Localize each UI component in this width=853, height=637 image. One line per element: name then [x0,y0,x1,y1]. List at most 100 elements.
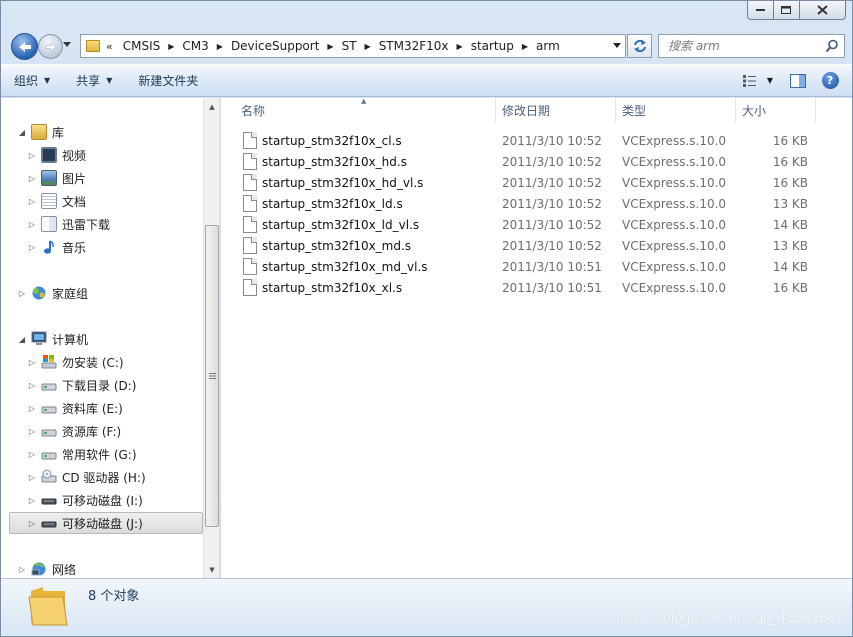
minimize-button[interactable] [747,1,774,20]
tree-music[interactable]: ▷ 音乐 [27,236,86,258]
expand-arrow-icon[interactable]: ▷ [27,197,37,206]
tree-drive-f[interactable]: ▷ 资源库 (F:) [27,420,121,442]
expand-arrow-icon[interactable]: ▷ [27,450,37,459]
file-icon [243,153,257,170]
tree-label: 家庭组 [52,286,89,301]
help-button[interactable]: ? [816,70,844,92]
expand-arrow-icon[interactable]: ▷ [27,220,37,229]
tree-thunder-downloads[interactable]: ▷ 迅雷下载 [27,213,110,235]
chevron-right-icon[interactable]: ▶ [327,42,333,51]
column-header-name[interactable]: ▲ 名称 [221,97,496,123]
expand-arrow-icon[interactable]: ▷ [27,404,37,413]
breadcrumb-cmsis[interactable]: CMSIS [119,39,165,53]
tree-drive-g[interactable]: ▷ 常用软件 (G:) [27,443,137,465]
organize-menu[interactable]: 组织 ▼ [1,65,63,96]
address-bar[interactable]: « CMSIS ▶ CM3 ▶ DeviceSupport ▶ ST ▶ STM… [80,34,626,58]
file-size: 16 KB [772,175,808,190]
expand-arrow-icon[interactable]: ▷ [27,358,37,367]
back-button[interactable] [11,33,38,60]
file-row[interactable]: startup_stm32f10x_md.s 2011/3/10 10:52 V… [241,235,808,256]
share-menu[interactable]: 共享 ▼ [63,65,125,96]
breadcrumb-arm[interactable]: arm [532,39,564,53]
chevron-right-icon[interactable]: ▶ [522,42,528,51]
breadcrumb-startup[interactable]: startup [467,39,518,53]
view-options-button[interactable]: ▼ [738,70,778,92]
column-header-date[interactable]: 修改日期 [496,98,616,123]
chevron-right-icon[interactable]: ▶ [168,42,174,51]
expand-arrow-icon[interactable]: ▷ [27,381,37,390]
address-overflow[interactable]: « [106,40,113,53]
refresh-button[interactable] [627,34,652,58]
chevron-right-icon[interactable]: ▶ [365,42,371,51]
expand-arrow-icon[interactable]: ▷ [27,496,37,505]
column-header-type[interactable]: 类型 [616,98,736,123]
forward-button[interactable] [38,34,63,59]
tree-drive-d[interactable]: ▷ 下载目录 (D:) [27,374,137,396]
collapse-arrow-icon[interactable]: ◢ [17,128,27,137]
network-icon [31,561,47,577]
tree-label: 计算机 [52,332,89,347]
command-bar: 组织 ▼ 共享 ▼ 新建文件夹 ▼ ? [1,64,852,97]
tree-videos[interactable]: ▷ 视频 [27,144,86,166]
tree-documents[interactable]: ▷ 文档 [27,190,86,212]
preview-pane-button[interactable] [784,70,812,92]
tree-computer[interactable]: ◢ 计算机 [17,328,88,350]
music-icon [41,239,57,255]
chevron-right-icon[interactable]: ▶ [457,42,463,51]
organize-label: 组织 [14,74,39,88]
file-icon [243,216,257,233]
column-header-label: 大小 [742,104,767,118]
file-name: startup_stm32f10x_xl.s [262,280,403,295]
maximize-button[interactable] [774,1,800,20]
file-row[interactable]: startup_stm32f10x_hd.s 2011/3/10 10:52 V… [241,151,808,172]
tree-label: 资料库 (E:) [62,401,123,416]
file-row[interactable]: startup_stm32f10x_xl.s 2011/3/10 10:51 V… [241,277,808,298]
file-row[interactable]: startup_stm32f10x_hd_vl.s 2011/3/10 10:5… [241,172,808,193]
toolbar-right: ▼ ? [738,65,852,96]
file-name: startup_stm32f10x_hd.s [262,154,407,169]
tree-drive-i[interactable]: ▷ 可移动磁盘 (I:) [27,489,143,511]
maximize-icon [781,5,791,14]
file-row[interactable]: startup_stm32f10x_cl.s 2011/3/10 10:52 V… [241,130,808,151]
file-date: 2011/3/10 10:52 [502,238,602,253]
expand-arrow-icon[interactable]: ▷ [27,151,37,160]
nav-scrollbar[interactable]: ▲ ▼ [203,98,219,578]
tree-drive-c[interactable]: ▷ 勿安装 (C:) [27,351,124,373]
file-row[interactable]: startup_stm32f10x_ld.s 2011/3/10 10:52 V… [241,193,808,214]
scroll-thumb[interactable] [205,225,219,527]
expand-arrow-icon[interactable]: ▷ [27,174,37,183]
search-input[interactable] [659,35,819,57]
file-icon [243,279,257,296]
new-folder-button[interactable]: 新建文件夹 [125,65,211,96]
scroll-up-arrow-icon[interactable]: ▲ [204,98,219,115]
column-header-size[interactable]: 大小 [736,98,816,123]
tree-pictures[interactable]: ▷ 图片 [27,167,86,189]
breadcrumb-st[interactable]: ST [338,39,361,53]
close-button[interactable] [800,1,846,20]
file-name: startup_stm32f10x_hd_vl.s [262,175,424,190]
expand-arrow-icon[interactable]: ▷ [17,565,27,574]
breadcrumb-stm32f10x[interactable]: STM32F10x [375,39,453,53]
expand-arrow-icon[interactable]: ▷ [17,289,27,298]
search-icon[interactable] [825,39,839,53]
tree-homegroup[interactable]: ▷ 家庭组 [17,282,88,304]
tree-drive-e[interactable]: ▷ 资料库 (E:) [27,397,123,419]
collapse-arrow-icon[interactable]: ◢ [17,335,27,344]
chevron-down-icon[interactable] [613,43,621,48]
expand-arrow-icon[interactable]: ▷ [27,519,37,528]
tree-drive-j[interactable]: ▷ 可移动磁盘 (J:) [9,512,203,534]
tree-drive-h[interactable]: ▷ CD 驱动器 (H:) [27,466,146,488]
expand-arrow-icon[interactable]: ▷ [27,427,37,436]
file-row[interactable]: startup_stm32f10x_md_vl.s 2011/3/10 10:5… [241,256,808,277]
file-row[interactable]: startup_stm32f10x_ld_vl.s 2011/3/10 10:5… [241,214,808,235]
tree-library[interactable]: ◢ 库 [17,121,64,143]
expand-arrow-icon[interactable]: ▷ [27,243,37,252]
chevron-right-icon[interactable]: ▶ [217,42,223,51]
tree-network[interactable]: ▷ 网络 [17,558,76,578]
breadcrumb-devicesupport[interactable]: DeviceSupport [227,39,323,53]
expand-arrow-icon[interactable]: ▷ [27,473,37,482]
scroll-down-arrow-icon[interactable]: ▼ [204,561,219,578]
recent-pages-icon[interactable] [63,42,71,47]
breadcrumb-cm3[interactable]: CM3 [178,39,212,53]
chevron-down-icon: ▼ [766,76,774,85]
